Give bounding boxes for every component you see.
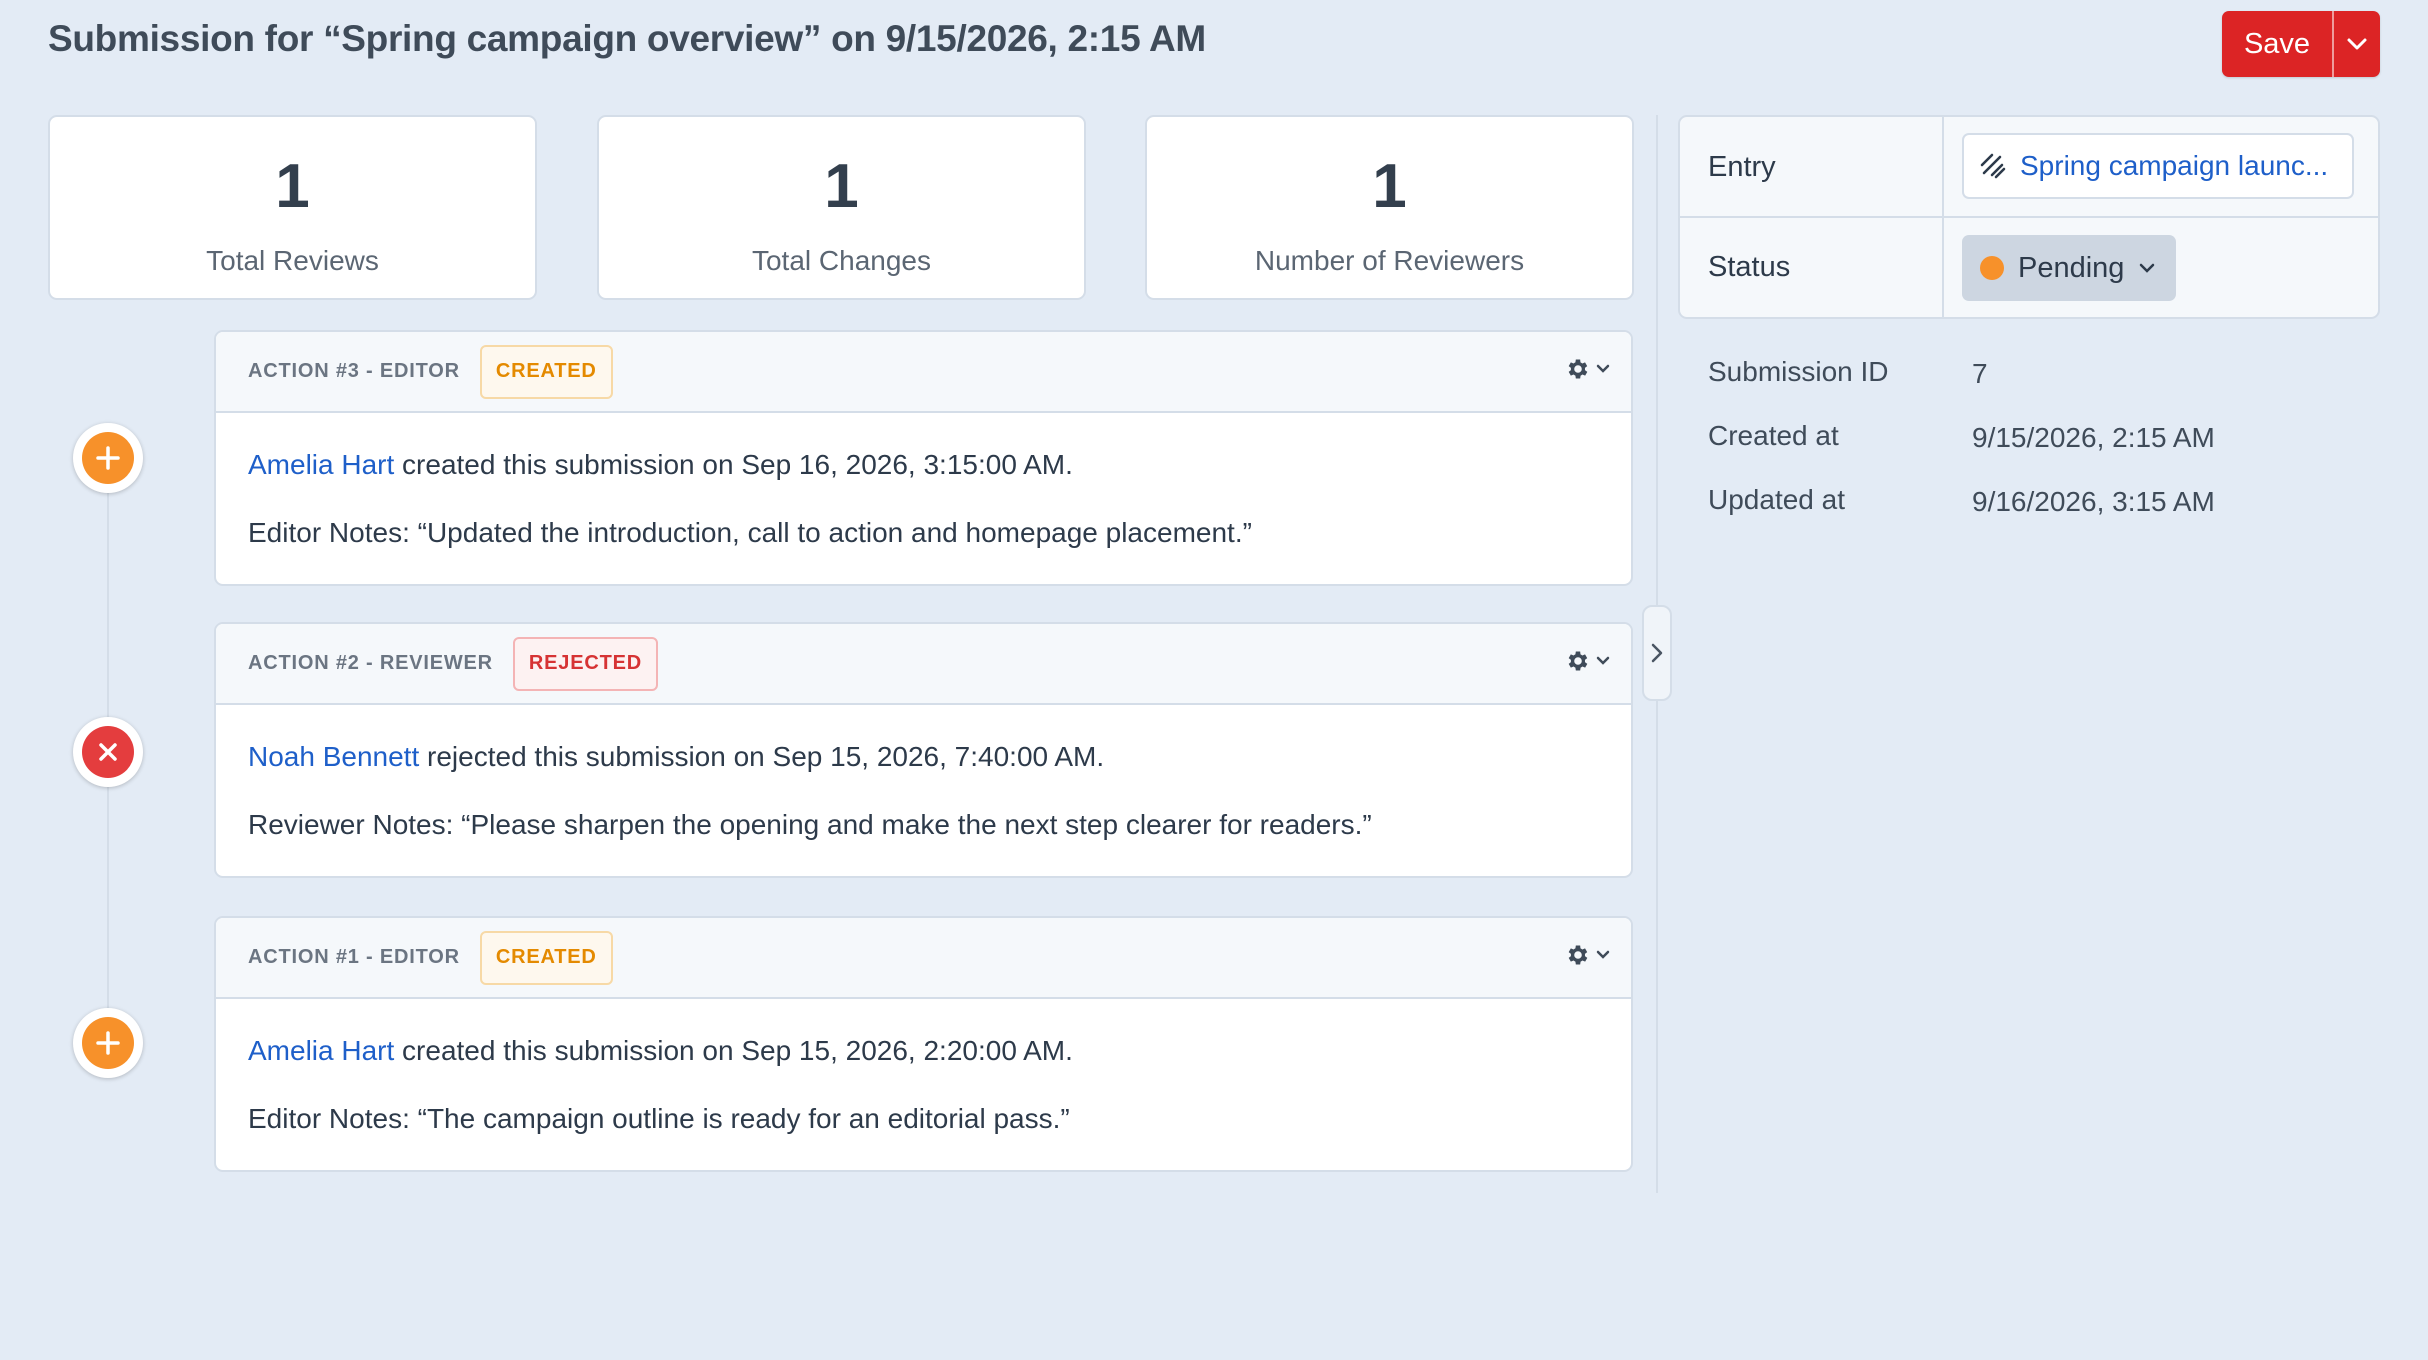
stat-value: 1	[275, 152, 310, 221]
entry-link[interactable]: Spring campaign launc...	[1962, 133, 2354, 199]
user-link[interactable]: Noah Bennett	[248, 741, 419, 772]
action-card-2: ACTION #2 - REVIEWER REJECTED Noah Benne…	[214, 622, 1633, 878]
status-label: Status	[1708, 251, 1791, 283]
save-button-group: Save	[2222, 11, 2380, 77]
gear-icon	[1568, 359, 1588, 379]
stat-card-total-reviews: 1 Total Reviews	[48, 115, 537, 300]
action-settings-button[interactable]	[1565, 648, 1611, 674]
status-value: Pending	[2018, 251, 2125, 284]
chevron-down-icon	[1596, 656, 1610, 665]
submission-id-value: 7	[1972, 358, 1988, 389]
plus-icon	[96, 446, 120, 470]
action-notes: Editor Notes: “Updated the introduction,…	[248, 517, 1252, 548]
timeline-marker-created	[73, 1008, 143, 1078]
status-dropdown[interactable]: Pending	[1962, 235, 2176, 301]
action-card-3: ACTION #3 - EDITOR CREATED Amelia Hart c…	[214, 330, 1633, 586]
action-title: ACTION #1 - EDITOR	[248, 946, 460, 968]
entry-value: Spring campaign launc...	[2020, 150, 2329, 181]
created-at-value: 9/15/2026, 2:15 AM	[1972, 422, 2215, 453]
entry-row: Entry Spring campaign launc...	[1680, 117, 2378, 218]
chevron-down-icon	[1596, 950, 1610, 959]
chevron-right-icon	[1651, 643, 1663, 663]
collapse-sidebar-button[interactable]	[1642, 605, 1672, 701]
chevron-down-icon	[2140, 263, 2155, 273]
action-header: ACTION #2 - REVIEWER REJECTED	[216, 624, 1631, 705]
action-header: ACTION #1 - EDITOR CREATED	[216, 918, 1631, 999]
user-link[interactable]: Amelia Hart	[248, 449, 394, 480]
stat-label: Number of Reviewers	[1254, 245, 1525, 276]
status-badge: CREATED	[479, 344, 613, 399]
user-link[interactable]: Amelia Hart	[248, 1035, 394, 1066]
action-settings-button[interactable]	[1565, 356, 1611, 382]
submission-meta-panel: Entry Spring campaign launc... Status Pe…	[1678, 115, 2380, 319]
x-icon	[99, 743, 117, 761]
created-at-label: Created at	[1708, 420, 1839, 451]
action-card-1: ACTION #1 - EDITOR CREATED Amelia Hart c…	[214, 916, 1633, 1172]
timeline-marker-created	[73, 423, 143, 493]
action-title: ACTION #2 - REVIEWER	[248, 652, 493, 674]
action-header: ACTION #3 - EDITOR CREATED	[216, 332, 1631, 413]
pending-dot-icon	[1980, 256, 2004, 280]
stat-card-number-of-reviewers: 1 Number of Reviewers	[1145, 115, 1634, 300]
chevron-down-icon	[1596, 364, 1610, 373]
stat-value: 1	[1372, 152, 1407, 221]
gear-icon	[1568, 651, 1588, 671]
timeline-marker-rejected	[73, 717, 143, 787]
action-description: Amelia Hart created this submission on S…	[248, 449, 1073, 480]
action-notes: Reviewer Notes: “Please sharpen the open…	[248, 809, 1372, 840]
plus-icon	[96, 1031, 120, 1055]
action-settings-button[interactable]	[1565, 942, 1611, 968]
action-description: Amelia Hart created this submission on S…	[248, 1035, 1073, 1066]
action-notes: Editor Notes: “The campaign outline is r…	[248, 1103, 1070, 1134]
entry-label: Entry	[1708, 151, 1776, 183]
action-title: ACTION #3 - EDITOR	[248, 360, 460, 382]
submission-id-label: Submission ID	[1708, 356, 1889, 387]
action-description: Noah Bennett rejected this submission on…	[248, 741, 1105, 772]
page-title: Submission for “Spring campaign overview…	[48, 18, 1206, 59]
updated-at-label: Updated at	[1708, 484, 1845, 515]
stat-value: 1	[824, 152, 859, 221]
stat-card-total-changes: 1 Total Changes	[597, 115, 1086, 300]
gear-icon	[1568, 945, 1588, 965]
status-badge: REJECTED	[512, 636, 659, 691]
status-row: Status Pending	[1680, 218, 2378, 317]
status-badge: CREATED	[479, 930, 613, 985]
stat-label: Total Reviews	[206, 245, 379, 276]
save-options-button[interactable]	[2334, 11, 2380, 77]
save-button[interactable]: Save	[2222, 11, 2334, 77]
chevron-down-icon	[2347, 38, 2367, 50]
entry-icon	[1980, 153, 2006, 179]
updated-at-value: 9/16/2026, 3:15 AM	[1972, 486, 2215, 517]
stat-label: Total Changes	[751, 245, 931, 276]
